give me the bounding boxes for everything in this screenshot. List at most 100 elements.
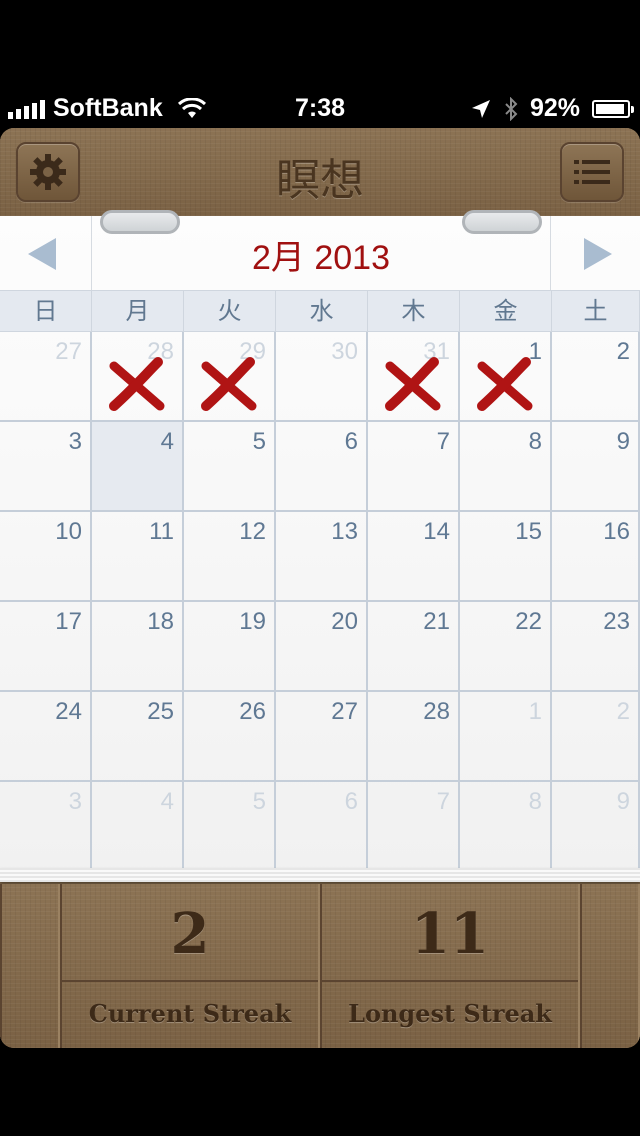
day-number: 7 [436, 788, 450, 815]
calendar-day[interactable]: 7 [368, 782, 460, 872]
calendar-day[interactable]: 2 [552, 332, 640, 422]
calendar-day[interactable]: 19 [184, 602, 276, 692]
calendar-week-row: 10 11 12 13 14 15 16 [0, 512, 640, 602]
calendar-day[interactable]: 12 [184, 512, 276, 602]
calendar-day[interactable]: 26 [184, 692, 276, 782]
footer-spacer [580, 884, 640, 1048]
calendar-day[interactable]: 9 [552, 422, 640, 512]
calendar-day[interactable]: 6 [276, 782, 368, 872]
weekday-label: 火 [184, 291, 276, 331]
day-number: 27 [331, 698, 358, 725]
day-number: 5 [252, 428, 266, 455]
day-number: 16 [603, 518, 630, 545]
calendar-day[interactable]: 17 [0, 602, 92, 692]
day-number: 13 [331, 518, 358, 545]
calendar-day[interactable]: 20 [276, 602, 368, 692]
calendar-day[interactable]: 18 [92, 602, 184, 692]
calendar-day[interactable]: 7 [368, 422, 460, 512]
day-number: 27 [55, 338, 82, 365]
calendar-day[interactable]: 6 [276, 422, 368, 512]
day-number: 9 [616, 788, 630, 815]
completed-x-mark-icon [109, 357, 165, 411]
day-number: 28 [423, 698, 450, 725]
calendar-day[interactable]: 24 [0, 692, 92, 782]
calendar-day[interactable]: 27 [0, 332, 92, 422]
previous-month-arrow-icon[interactable] [28, 238, 56, 270]
calendar-day[interactable]: 29 [184, 332, 276, 422]
current-streak-label: Current Streak [62, 980, 318, 1048]
calendar-day[interactable]: 15 [460, 512, 552, 602]
weekday-label: 木 [368, 291, 460, 331]
calendar-day[interactable]: 8 [460, 782, 552, 872]
calendar-day[interactable]: 28 [368, 692, 460, 782]
calendar-grid: 27 28 29 30 31 1 2 3 4 5 6 7 8 9 10 11 12 13 14 15 16 17 18 19 2… [0, 332, 640, 872]
calendar-sheet: 2月 2013 日月火水木金土 27 28 29 30 31 1 2 3 4 5 6 7 8 9 10 11 1… [0, 210, 640, 872]
day-number: 19 [239, 608, 266, 635]
weekday-label: 土 [552, 291, 640, 331]
month-title: 2月 2013 [252, 239, 390, 277]
day-number: 2 [616, 698, 630, 725]
calendar-day[interactable]: 22 [460, 602, 552, 692]
day-number: 3 [68, 788, 82, 815]
divider [550, 216, 551, 290]
calendar-week-row: 17 18 19 20 21 22 23 [0, 602, 640, 692]
day-number: 2 [616, 338, 630, 365]
calendar-day-today[interactable]: 4 [92, 422, 184, 512]
month-navigation: 2月 2013 [0, 216, 640, 290]
weekday-label: 月 [92, 291, 184, 331]
day-number: 22 [515, 608, 542, 635]
day-number: 12 [239, 518, 266, 545]
calendar-day[interactable]: 5 [184, 782, 276, 872]
day-number: 10 [55, 518, 82, 545]
day-number: 5 [252, 788, 266, 815]
calendar-day[interactable]: 8 [460, 422, 552, 512]
calendar-day[interactable]: 11 [92, 512, 184, 602]
day-number: 8 [528, 788, 542, 815]
calendar-day[interactable]: 5 [184, 422, 276, 512]
current-streak-panel: 2 Current Streak [60, 884, 320, 1048]
calendar-day[interactable]: 1 [460, 332, 552, 422]
calendar-day[interactable]: 27 [276, 692, 368, 782]
completed-x-mark-icon [385, 357, 441, 411]
calendar-day[interactable]: 3 [0, 422, 92, 512]
calendar-day[interactable]: 9 [552, 782, 640, 872]
longest-streak-panel: 11 Longest Streak [320, 884, 580, 1048]
current-streak-value: 2 [170, 901, 210, 967]
completed-x-mark-icon [201, 357, 257, 411]
calendar-day[interactable]: 31 [368, 332, 460, 422]
calendar-day[interactable]: 28 [92, 332, 184, 422]
calendar-day[interactable]: 21 [368, 602, 460, 692]
calendar-week-row: 24 25 26 27 28 1 2 [0, 692, 640, 782]
status-bar: SoftBank 7:38 92% [0, 86, 640, 130]
day-number: 7 [436, 428, 450, 455]
day-number: 3 [68, 428, 82, 455]
calendar-day[interactable]: 23 [552, 602, 640, 692]
header-bar: 瞑想 [0, 128, 640, 216]
page-stack-edges [0, 868, 640, 882]
day-number: 25 [147, 698, 174, 725]
calendar-day[interactable]: 10 [0, 512, 92, 602]
calendar-day[interactable]: 16 [552, 512, 640, 602]
list-button[interactable] [560, 142, 624, 202]
next-month-arrow-icon[interactable] [584, 238, 612, 270]
calendar-week-row: 27 28 29 30 31 1 2 [0, 332, 640, 422]
calendar-day[interactable]: 2 [552, 692, 640, 782]
day-number: 21 [423, 608, 450, 635]
streak-footer: 2 Current Streak 11 Longest Streak [0, 884, 640, 1048]
weekday-label: 日 [0, 291, 92, 331]
weekday-header: 日月火水木金土 [0, 290, 640, 332]
longest-streak-label: Longest Streak [322, 980, 578, 1048]
day-number: 4 [160, 788, 174, 815]
day-number: 15 [515, 518, 542, 545]
calendar-day[interactable]: 1 [460, 692, 552, 782]
calendar-day[interactable]: 14 [368, 512, 460, 602]
calendar-day[interactable]: 4 [92, 782, 184, 872]
day-number: 4 [160, 428, 174, 455]
calendar-day[interactable]: 3 [0, 782, 92, 872]
calendar-day[interactable]: 13 [276, 512, 368, 602]
calendar-day[interactable]: 30 [276, 332, 368, 422]
day-number: 11 [149, 518, 174, 545]
day-number: 18 [147, 608, 174, 635]
calendar-week-row: 3 4 5 6 7 8 9 [0, 782, 640, 872]
calendar-day[interactable]: 25 [92, 692, 184, 782]
